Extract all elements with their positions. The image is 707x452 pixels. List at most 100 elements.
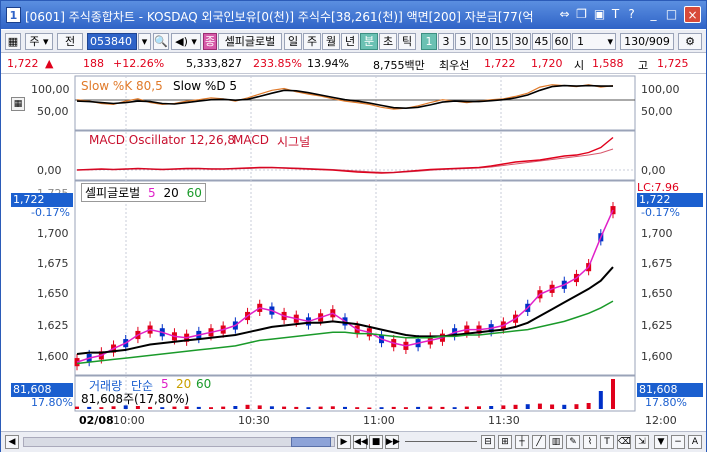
- volume-bar-32: [464, 406, 469, 409]
- volume-rate-left: 17.80%: [31, 396, 73, 409]
- period-button-4[interactable]: 분: [360, 33, 378, 50]
- close-icon[interactable]: ×: [684, 6, 701, 23]
- speed-slider[interactable]: [405, 441, 477, 442]
- volume-bar-23: [355, 407, 360, 409]
- price-legend-ma60: 60: [186, 186, 202, 200]
- zoom-out-icon[interactable]: ⊟: [481, 435, 495, 449]
- price-legend-name: 셀피글로벌: [85, 186, 141, 200]
- current-price: 1,722: [7, 57, 39, 70]
- period-button-5[interactable]: 초: [379, 33, 397, 50]
- period-button-3[interactable]: 년: [341, 33, 359, 50]
- panel-menu-icon[interactable]: ▦: [11, 97, 25, 111]
- erase-icon[interactable]: ⌫: [617, 435, 631, 449]
- font-size-icon[interactable]: T: [607, 6, 624, 23]
- price-legend-ma5: 5: [148, 186, 156, 200]
- volume-bar-2: [99, 407, 104, 409]
- volume-bar-38: [537, 403, 542, 409]
- lc-label: LC:7.96: [637, 181, 680, 194]
- volume-detail: 81,608주(17,80%): [81, 392, 190, 406]
- stop-icon[interactable]: ■: [369, 435, 383, 449]
- macd-tick-left-0: 0,00: [37, 164, 62, 177]
- scrollbar-thumb[interactable]: [291, 437, 331, 447]
- stock-code-input[interactable]: 053840: [87, 33, 137, 50]
- chart-type-icon[interactable]: ▥: [549, 435, 563, 449]
- stoch-tick-right-50: 50,00: [641, 105, 673, 118]
- chart-area[interactable]: 100,00 50,00 100,00 50,00 Slow %K 80,5 S…: [1, 75, 706, 433]
- period-button-1[interactable]: 주: [303, 33, 321, 50]
- pin-icon[interactable]: ▣: [591, 6, 608, 23]
- minute-button-60[interactable]: 60: [552, 33, 571, 50]
- volume-bar-25: [379, 407, 384, 409]
- minute-button-3[interactable]: 3: [438, 33, 454, 50]
- volume-bar-41: [574, 404, 579, 409]
- price-legend: 셀피글로벌 5 20 60: [81, 183, 206, 202]
- current-rate-right: -0.17%: [641, 206, 680, 219]
- volume-bar-17: [282, 406, 287, 409]
- volume-bar-36: [513, 404, 518, 409]
- open-label: 시: [574, 59, 585, 72]
- volume-bar-26: [391, 406, 396, 409]
- fibonacci-icon[interactable]: ⌇: [583, 435, 597, 449]
- volume-bar-1: [87, 406, 92, 409]
- volume-bar-30: [440, 406, 445, 409]
- search-icon[interactable]: 🔍: [153, 33, 169, 50]
- minute-button-45[interactable]: 45: [532, 33, 551, 50]
- volume-bar-35: [501, 405, 506, 409]
- type-select[interactable]: 주 ▾: [25, 33, 53, 50]
- chart-settings-icon[interactable]: ▦: [5, 33, 21, 50]
- minute-button-10[interactable]: 10: [472, 33, 491, 50]
- settings-icon[interactable]: ⚙: [678, 33, 702, 50]
- period-button-2[interactable]: 월: [322, 33, 340, 50]
- maximize-icon[interactable]: □: [663, 6, 680, 23]
- volume-bar-33: [477, 406, 481, 409]
- volume-ma60: 60: [196, 377, 212, 391]
- volume-bar-37: [525, 404, 530, 409]
- code-dropdown-icon[interactable]: ▾: [138, 33, 151, 50]
- volume-ma20: 20: [176, 377, 192, 391]
- crosshair-icon[interactable]: ┼: [515, 435, 529, 449]
- export-icon[interactable]: ⇲: [635, 435, 649, 449]
- minus-icon[interactable]: −: [671, 435, 685, 449]
- link-icon[interactable]: ⇔: [556, 6, 573, 23]
- price-tick-left-0: 1,700: [37, 227, 69, 240]
- trend-line-icon[interactable]: ╱: [532, 435, 546, 449]
- help-icon[interactable]: ?: [623, 6, 640, 23]
- draw-tool-icon[interactable]: ✎: [566, 435, 580, 449]
- font-a-icon[interactable]: A: [688, 435, 702, 449]
- minute-button-15[interactable]: 15: [492, 33, 511, 50]
- volume-bar-40: [562, 404, 567, 409]
- text-tool-icon[interactable]: T: [600, 435, 614, 449]
- minute-button-30[interactable]: 30: [512, 33, 531, 50]
- scroll-left-icon[interactable]: ◀: [5, 435, 19, 449]
- period-button-0[interactable]: 일: [284, 33, 302, 50]
- stoch-k-legend: Slow %K 80,5: [81, 79, 163, 93]
- volume-bar-18: [294, 406, 299, 409]
- price-tick-right-3: 1,625: [641, 319, 673, 332]
- minute-button-1[interactable]: 1: [421, 33, 437, 50]
- trade-amount: 8,755백만: [373, 59, 425, 72]
- best-ask-price: 1,722: [484, 57, 516, 70]
- time-axis-1100: 11:00: [363, 414, 395, 427]
- rewind-icon[interactable]: ◀◀: [353, 435, 368, 449]
- scrollbar-track[interactable]: [23, 437, 335, 447]
- indicator-type-badge[interactable]: 종: [203, 33, 217, 50]
- minute-button-5[interactable]: 5: [455, 33, 471, 50]
- title-bar[interactable]: 1 [0601] 주식종합차트 - KOSDAQ 외국인보유[0(천)] 주식수…: [1, 1, 706, 29]
- turnover-rate: 13.94%: [307, 57, 349, 70]
- price-tick-left-3: 1,625: [37, 319, 69, 332]
- restore-tile-icon[interactable]: ❐: [573, 6, 590, 23]
- unit-select[interactable]: 1 ▾: [572, 33, 616, 50]
- up-arrow-icon: ▲: [45, 57, 54, 70]
- indicator-name[interactable]: 셀피글로벌: [218, 33, 282, 50]
- price-tick-right-4: 1,600: [641, 350, 673, 363]
- volume-bar-29: [428, 406, 433, 409]
- page-count: 130/909: [620, 33, 674, 50]
- sound-icon[interactable]: ◀) ▾: [171, 33, 201, 50]
- zoom-in-icon[interactable]: ⊞: [498, 435, 512, 449]
- period-button-6[interactable]: 틱: [398, 33, 416, 50]
- minimize-icon[interactable]: _: [645, 6, 662, 23]
- scroll-right-icon[interactable]: ▶: [337, 435, 351, 449]
- mode-select[interactable]: 전: [57, 33, 83, 50]
- scroll-down-icon[interactable]: ▼: [654, 435, 668, 449]
- forward-icon[interactable]: ▶▶: [385, 435, 400, 449]
